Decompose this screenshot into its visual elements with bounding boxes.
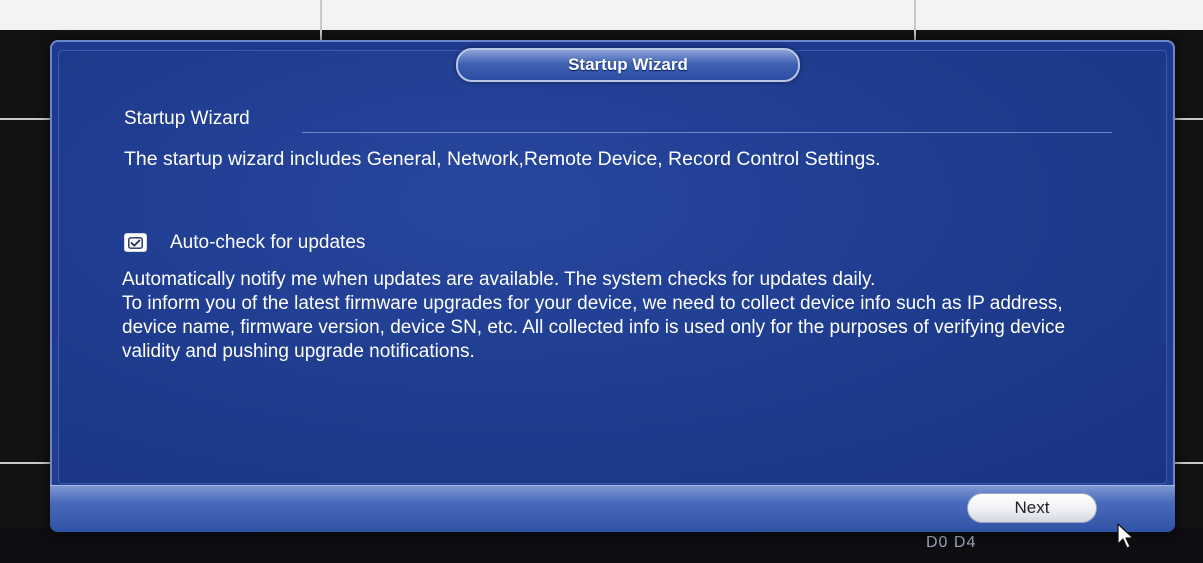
section-heading: Startup Wizard: [124, 108, 250, 129]
screen: D0 D4 Startup Wizard Startup Wizard The …: [0, 0, 1203, 563]
background-grid-line: [1175, 118, 1203, 120]
dialog-footer: Next: [50, 485, 1175, 532]
background-grid-line: [0, 462, 50, 464]
auto-check-checkbox[interactable]: [124, 233, 147, 252]
auto-check-label[interactable]: Auto-check for updates: [170, 232, 365, 254]
update-notice-paragraph: Automatically notify me when updates are…: [122, 269, 876, 290]
privacy-notice-paragraph: To inform you of the latest firmware upg…: [122, 293, 1066, 362]
background-bottom-area: [0, 528, 1203, 563]
mouse-pointer-icon: [1117, 523, 1134, 549]
section-divider: [302, 132, 1112, 133]
background-channel-label: D0 D4: [926, 534, 977, 551]
background-grid-line: [0, 118, 50, 120]
dialog-title-bar: Startup Wizard: [456, 48, 800, 82]
check-icon: [128, 236, 143, 249]
update-description: Automatically notify me when updates are…: [122, 268, 1112, 364]
next-button-label: Next: [1014, 498, 1050, 517]
background-grid-line: [1175, 462, 1203, 464]
intro-text: The startup wizard includes General, Net…: [124, 148, 881, 170]
dialog-title: Startup Wizard: [568, 55, 688, 74]
startup-wizard-dialog: Startup Wizard Startup Wizard The startu…: [50, 40, 1175, 532]
next-button[interactable]: Next: [967, 493, 1097, 523]
background-top-area: [0, 0, 1203, 30]
